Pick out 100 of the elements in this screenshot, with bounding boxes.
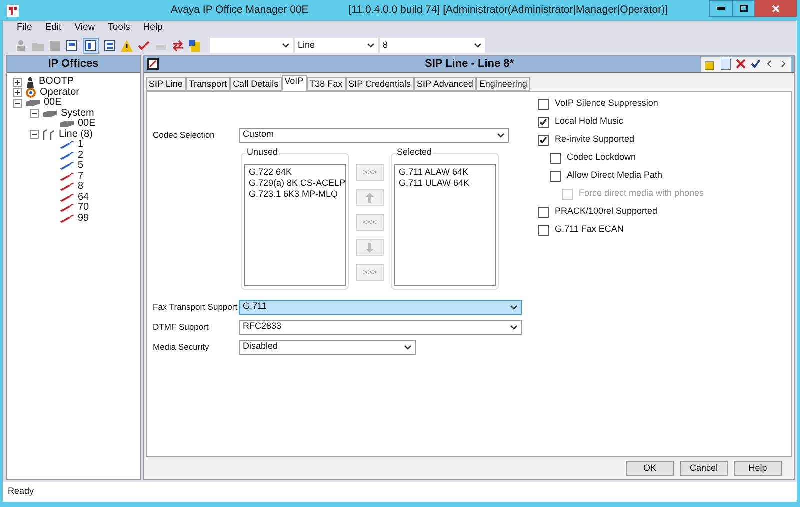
tab[interactable]: VoIP [282,75,307,91]
group-title: Selected [396,148,434,157]
selected-codecs-list[interactable]: G.711 ALAW 64K G.711 ULAW 64K [394,164,496,286]
dropdown-caret-icon [367,43,375,48]
tree-item[interactable]: 2 [78,150,84,161]
panel-icon[interactable] [104,40,116,52]
checkbox-label: VoIP Silence Suppression [555,97,658,110]
edit-form-icon [147,58,159,70]
checkbox-label: Codec Lockdown [567,151,636,164]
toolbar-dropdown[interactable]: 8 [380,38,485,53]
menu-item[interactable]: Tools [108,21,130,36]
app-logo-icon [7,4,19,16]
tab[interactable]: SIP Credentials [346,77,414,91]
tree-item[interactable]: 1 [78,140,84,150]
tree-item[interactable]: 70 [78,203,90,214]
window-icon[interactable] [66,40,78,52]
maximize-icon [740,5,748,12]
tree-item[interactable]: BOOTP [39,77,74,88]
checkbox[interactable] [538,224,549,236]
checkbox[interactable] [538,98,549,110]
tree-item[interactable]: 00E [44,98,62,108]
menu-item[interactable]: File [17,21,32,36]
warning-icon[interactable] [121,40,133,52]
expander-icon[interactable] [13,98,22,108]
checkbox[interactable] [550,170,561,182]
tree-item[interactable]: Line (8) [59,130,93,140]
checkbox-label: Force direct media with phones [579,187,704,200]
dropdown-caret-icon [404,344,412,350]
down-arrow-icon [366,242,374,252]
checkbox[interactable] [538,134,549,146]
tab[interactable]: Engineering [476,77,530,91]
tab[interactable]: SIP Line [146,77,186,91]
tree-item[interactable]: 5 [78,161,84,172]
expander-icon[interactable] [13,88,22,98]
tab[interactable]: Transport [186,77,230,91]
dialog-button[interactable]: Help [734,460,782,476]
panel-title: SIP Line - Line 8* [425,56,514,72]
close-button[interactable] [755,0,797,17]
tab[interactable]: SIP Advanced [414,77,476,91]
toolbar-dropdown[interactable]: Line [295,38,378,53]
window-info: [11.0.4.0.0 build 74] [Administrator(Administrator|Manager|Operator)] [348,2,668,18]
field-label: Media Security [153,340,210,354]
up-arrow-icon [366,192,374,202]
dropdown-caret-icon [474,43,482,48]
cancel-icon[interactable] [736,59,746,69]
expander-icon[interactable] [13,78,22,87]
tab[interactable]: Call Details [230,77,282,91]
minimize-icon [717,7,725,10]
dropdown[interactable]: G.711 [239,300,522,314]
checkbox[interactable] [538,116,549,128]
dropdown[interactable]: Disabled [239,340,416,354]
menu-item[interactable]: Help [143,21,163,36]
field-label: Fax Transport Support [153,300,237,314]
menu-item[interactable]: Edit [45,21,62,36]
tree-item[interactable]: System [61,108,94,119]
checkbox-label: PRACK/100rel Supported [555,205,658,218]
page-icon[interactable] [721,58,731,70]
expander-icon[interactable] [30,109,39,118]
swap-arrows-icon[interactable] [172,40,184,52]
codec-item[interactable]: G.711 ALAW 64K [399,167,491,178]
codec-item[interactable]: G.711 ULAW 64K [399,178,491,189]
checkbox-label: Allow Direct Media Path [567,169,663,182]
close-icon [772,4,780,12]
dropdown-caret-icon [510,304,518,310]
codec-item[interactable]: G.723.1 6K3 MP-MLQ [249,189,341,200]
tree-item[interactable]: 7 [78,172,84,182]
tree-item[interactable]: Operator [40,88,80,98]
window-icon [85,40,97,52]
checkmark-icon[interactable] [138,40,150,52]
checkbox[interactable] [550,152,561,164]
window-title: Avaya IP Office Manager 00E [171,2,309,18]
menu-item[interactable]: View [74,21,96,36]
dialog-button[interactable]: Cancel [680,460,728,476]
codec-dropdown[interactable]: Custom [239,128,509,142]
expander-icon[interactable] [30,130,39,140]
checkbox-label: Re-invite Supported [555,133,635,146]
checkbox-label: G.711 Fax ECAN [555,223,624,236]
checkmark-icon[interactable] [751,59,761,69]
field-label: Codec Selection [153,128,216,142]
dropdown-caret-icon [497,132,505,138]
tree-item[interactable]: 99 [78,214,90,224]
dropdown[interactable]: RFC2833 [239,320,522,334]
toggle-button[interactable] [83,38,99,54]
group-title: Unused [246,148,280,157]
checkbox-label: Local Hold Music [555,115,624,128]
dialog-button[interactable]: OK [626,460,674,476]
tab[interactable]: T38 Fax [306,77,346,91]
next-icon[interactable] [779,60,787,68]
tree-item[interactable]: 00E [78,119,96,130]
unused-codecs-list[interactable]: G.722 64K G.729(a) 8K CS-ACELP G.723.1 6K3 MP-MLQ [244,164,346,286]
dropdown-caret-icon [282,43,290,48]
minimize-button[interactable] [709,0,732,17]
maximize-button[interactable] [732,0,755,17]
checkbox[interactable] [538,206,549,218]
tree-item[interactable]: 8 [78,182,84,192]
sidebar-header: IP Offices [7,56,140,73]
tree-item[interactable]: 64 [78,192,90,203]
dropdown-caret-icon [510,324,518,330]
previous-icon[interactable] [766,60,774,68]
codec-item[interactable]: G.722 64K [249,167,341,178]
